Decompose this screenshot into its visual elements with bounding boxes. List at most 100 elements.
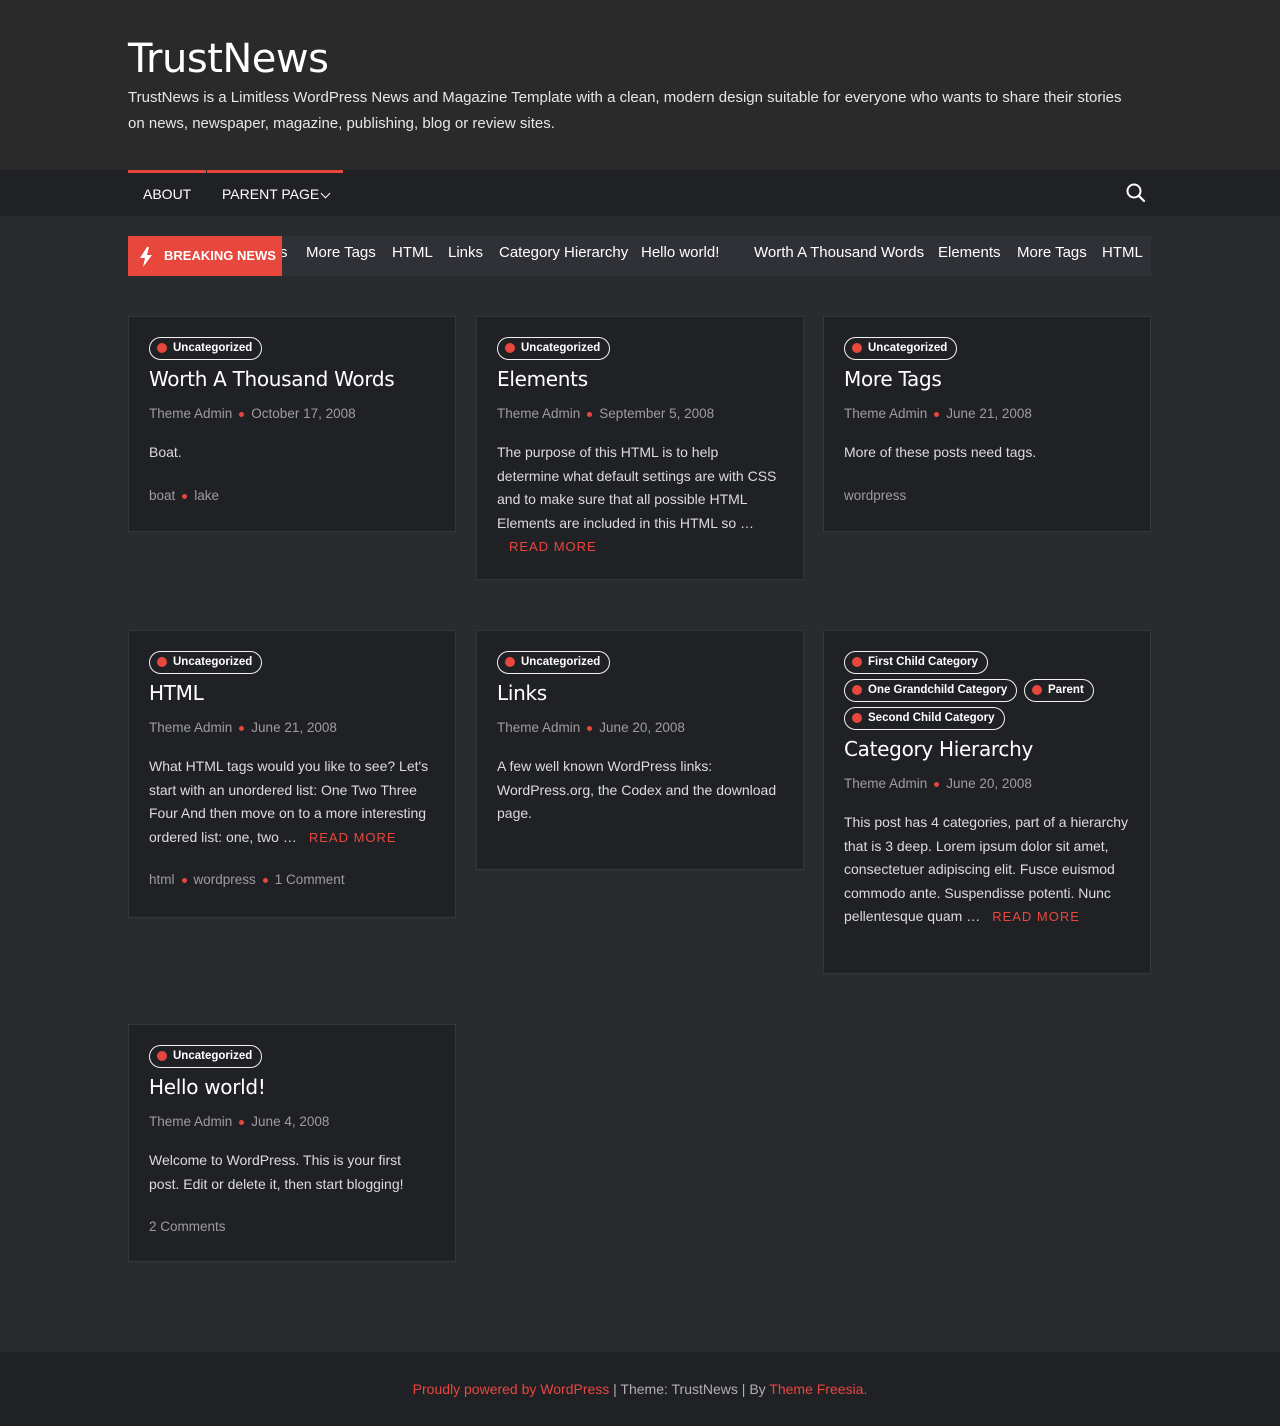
ticker-item[interactable]: HTML bbox=[392, 236, 433, 276]
excerpt-text: Boat. bbox=[149, 444, 182, 460]
ticker-item[interactable]: HTML bbox=[1102, 236, 1143, 276]
post-author[interactable]: Theme Admin bbox=[149, 720, 232, 735]
post-card: Uncategorized Worth A Thousand Words The… bbox=[128, 316, 456, 532]
site-title[interactable]: TrustNews bbox=[128, 36, 329, 82]
post-date[interactable]: June 21, 2008 bbox=[946, 406, 1032, 421]
nav-item-label: Parent Page bbox=[222, 186, 320, 202]
dot-icon bbox=[505, 343, 515, 353]
footer-text: | Theme: TrustNews | By bbox=[609, 1381, 770, 1397]
dot-icon bbox=[157, 657, 167, 667]
post-title[interactable]: Elements bbox=[497, 365, 783, 393]
post-title[interactable]: Links bbox=[497, 679, 783, 707]
category-badge[interactable]: First Child Category bbox=[844, 651, 988, 674]
read-more-link[interactable]: Read More bbox=[309, 830, 397, 845]
site-header: TrustNews TrustNews is a Limitless WordP… bbox=[0, 0, 1280, 170]
category-label: Uncategorized bbox=[521, 342, 601, 354]
category-badge[interactable]: Uncategorized bbox=[497, 651, 611, 674]
tag-link[interactable]: html bbox=[149, 872, 175, 887]
post-author[interactable]: Theme Admin bbox=[149, 1114, 232, 1129]
category-label: Uncategorized bbox=[173, 342, 253, 354]
excerpt-text: More of these posts need tags. bbox=[844, 444, 1037, 460]
post-tags: html wordpress 1 Comment bbox=[149, 869, 435, 891]
post-card: Uncategorized HTML Theme Admin June 21, 2… bbox=[128, 630, 456, 918]
ticker-item[interactable]: More Tags bbox=[1017, 236, 1087, 276]
post-date[interactable]: June 20, 2008 bbox=[599, 720, 685, 735]
wordpress-link[interactable]: Proudly powered by WordPress bbox=[413, 1381, 610, 1397]
category-label: Second Child Category bbox=[868, 712, 995, 724]
ticker-item[interactable]: Category Hierarchy bbox=[499, 236, 628, 276]
tag-link[interactable]: lake bbox=[194, 488, 219, 503]
category-badge[interactable]: Uncategorized bbox=[844, 337, 958, 360]
post-author[interactable]: Theme Admin bbox=[844, 776, 927, 791]
category-label: Uncategorized bbox=[173, 1050, 253, 1062]
category-list: Uncategorized bbox=[497, 651, 783, 675]
ticker-item[interactable]: Elements bbox=[938, 236, 1001, 276]
category-badge[interactable]: Second Child Category bbox=[844, 707, 1005, 730]
read-more-link[interactable]: Read More bbox=[509, 539, 597, 554]
lightning-icon bbox=[140, 247, 152, 267]
post-excerpt: More of these posts need tags. bbox=[844, 441, 1130, 465]
category-badge[interactable]: Parent bbox=[1024, 679, 1094, 702]
post-excerpt: Boat. bbox=[149, 441, 435, 465]
post-date[interactable]: June 21, 2008 bbox=[251, 720, 337, 735]
post-author[interactable]: Theme Admin bbox=[497, 720, 580, 735]
post-card: Uncategorized Elements Theme Admin Septem… bbox=[476, 316, 804, 580]
post-author[interactable]: Theme Admin bbox=[149, 406, 232, 421]
comments-link[interactable]: 1 Comment bbox=[275, 872, 345, 887]
dot-icon bbox=[852, 657, 862, 667]
post-title[interactable]: Hello world! bbox=[149, 1073, 435, 1101]
nav-item-parent-page[interactable]: Parent Page bbox=[207, 170, 343, 216]
dot-icon bbox=[157, 1051, 167, 1061]
theme-author-link[interactable]: Theme Freesia. bbox=[769, 1381, 867, 1397]
excerpt-text: This post has 4 categories, part of a hi… bbox=[844, 814, 1129, 925]
post-date[interactable]: October 17, 2008 bbox=[251, 406, 355, 421]
post-title[interactable]: Worth A Thousand Words bbox=[149, 365, 435, 393]
category-label: Uncategorized bbox=[868, 342, 948, 354]
post-meta: Theme Admin June 21, 2008 bbox=[149, 717, 435, 739]
category-badge[interactable]: Uncategorized bbox=[149, 1045, 263, 1068]
category-label: Parent bbox=[1048, 684, 1084, 696]
category-list: Uncategorized bbox=[149, 651, 435, 675]
category-label: Uncategorized bbox=[173, 656, 253, 668]
ticker-item[interactable]: More Tags bbox=[306, 236, 376, 276]
post-meta: Theme Admin September 5, 2008 bbox=[497, 403, 783, 425]
tag-link[interactable]: wordpress bbox=[844, 488, 906, 503]
post-date[interactable]: September 5, 2008 bbox=[599, 406, 714, 421]
read-more-link[interactable]: Read More bbox=[992, 909, 1080, 924]
post-date[interactable]: June 4, 2008 bbox=[251, 1114, 329, 1129]
post-title[interactable]: HTML bbox=[149, 679, 435, 707]
post-title[interactable]: Category Hierarchy bbox=[844, 735, 1130, 763]
post-meta: Theme Admin October 17, 2008 bbox=[149, 403, 435, 425]
category-badge[interactable]: Uncategorized bbox=[149, 337, 263, 360]
category-list: Uncategorized bbox=[844, 337, 1130, 361]
post-excerpt: The purpose of this HTML is to help dete… bbox=[497, 441, 783, 559]
category-list: Uncategorized bbox=[497, 337, 783, 361]
ticker-item[interactable]: Links bbox=[448, 236, 483, 276]
ticker-item[interactable]: Worth A Thousand Words bbox=[754, 236, 924, 276]
post-author[interactable]: Theme Admin bbox=[497, 406, 580, 421]
category-list: First Child Category One Grandchild Cate… bbox=[844, 651, 1130, 731]
breaking-news-text: BREAKING NEWS bbox=[164, 248, 276, 263]
ticker-item[interactable]: Hello world! bbox=[641, 236, 719, 276]
category-badge[interactable]: Uncategorized bbox=[497, 337, 611, 360]
post-date[interactable]: June 20, 2008 bbox=[946, 776, 1032, 791]
category-badge[interactable]: Uncategorized bbox=[149, 651, 263, 674]
comments-link[interactable]: 2 Comments bbox=[149, 1219, 226, 1234]
category-label: One Grandchild Category bbox=[868, 684, 1008, 696]
tag-link[interactable]: boat bbox=[149, 488, 175, 503]
excerpt-text: A few well known WordPress links: WordPr… bbox=[497, 758, 777, 822]
dot-icon bbox=[852, 685, 862, 695]
post-tags: boat lake bbox=[149, 485, 435, 507]
nav-item-about[interactable]: About bbox=[128, 170, 206, 216]
post-author[interactable]: Theme Admin bbox=[844, 406, 927, 421]
post-title[interactable]: More Tags bbox=[844, 365, 1130, 393]
chevron-down-icon bbox=[320, 188, 331, 199]
main-navigation: About Parent Page bbox=[0, 170, 1280, 216]
tag-link[interactable]: wordpress bbox=[194, 872, 256, 887]
nav-item-label: About bbox=[143, 186, 192, 202]
site-footer: Proudly powered by WordPress | Theme: Tr… bbox=[0, 1352, 1280, 1426]
search-icon[interactable] bbox=[1124, 181, 1148, 205]
category-badge[interactable]: One Grandchild Category bbox=[844, 679, 1018, 702]
dot-icon bbox=[1032, 685, 1042, 695]
excerpt-text: Welcome to WordPress. This is your first… bbox=[149, 1152, 404, 1192]
